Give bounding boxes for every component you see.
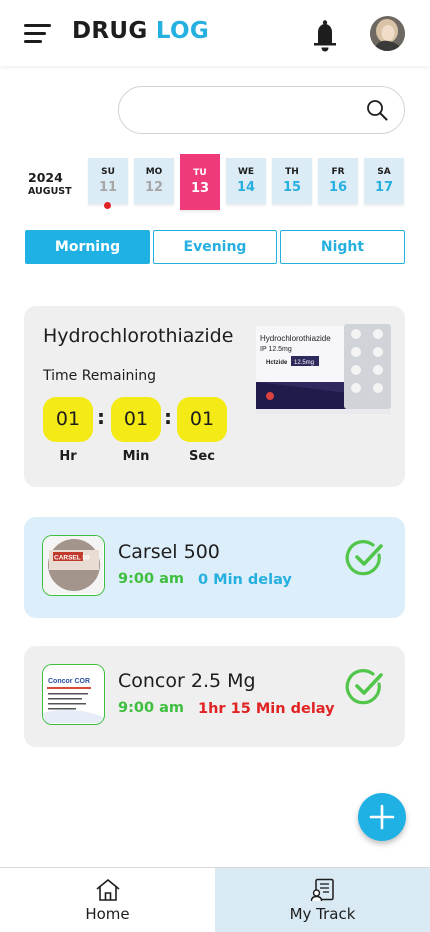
day-name: TH	[285, 167, 299, 177]
nav-item-my-track[interactable]: My Track	[215, 868, 430, 932]
day-date: 13	[190, 181, 210, 196]
calendar-day-thursday[interactable]: TH 15	[272, 158, 312, 204]
day-name: TU	[193, 168, 207, 178]
concor-thumb-text: Concor COR	[48, 678, 90, 685]
day-name: MO	[145, 167, 163, 177]
nav-label-my-track: My Track	[289, 905, 356, 923]
day-date: 16	[328, 180, 348, 195]
calendar-year: 2024	[28, 170, 63, 185]
tab-morning[interactable]: Morning	[25, 230, 150, 264]
package-text-name: Hydrochlorothiazide	[260, 334, 331, 343]
check-circle-icon[interactable]	[345, 667, 385, 707]
day-date: 11	[98, 180, 118, 195]
carsel-pill-icon: CARSEL 50	[43, 536, 103, 594]
carsel-thumb-text: CARSEL 50	[54, 555, 90, 562]
calendar-day-monday[interactable]: MO 12	[134, 158, 174, 204]
dose-delay: 0 Min delay	[198, 572, 292, 588]
current-drug-name: Hydrochlorothiazide	[43, 325, 234, 347]
dose-time: 9:00 am	[118, 571, 185, 587]
check-circle-icon[interactable]	[345, 538, 385, 578]
app-title-part1: DRUG	[72, 18, 148, 44]
hamburger-menu-icon[interactable]	[24, 22, 52, 44]
day-date: 17	[374, 180, 394, 195]
day-date: 12	[144, 180, 164, 195]
calendar-day-sunday[interactable]: SU 11	[88, 158, 128, 204]
tab-evening[interactable]: Evening	[153, 230, 277, 264]
day-date: 14	[236, 180, 256, 195]
calendar-month: AUGUST	[28, 186, 72, 197]
add-dose-button[interactable]	[358, 793, 406, 841]
search-icon[interactable]	[366, 99, 388, 121]
bottom-navigation: Home My Track	[0, 867, 430, 932]
timer-minutes-label: Min	[122, 449, 150, 464]
concor-box-icon: Concor COR	[43, 665, 103, 723]
avatar-portrait-icon	[370, 16, 405, 51]
reminder-dot	[104, 202, 111, 209]
day-name: SU	[101, 167, 115, 177]
day-name: FR	[331, 167, 345, 177]
timer-hours-label: Hr	[59, 449, 77, 464]
dose-name: Carsel 500	[118, 541, 220, 563]
dose-time: 9:00 am	[118, 700, 185, 716]
day-date: 15	[282, 180, 302, 195]
calendar-day-saturday[interactable]: SA 17	[364, 158, 404, 204]
calendar-day-friday[interactable]: FR 16	[318, 158, 358, 204]
package-text-dose: IP 12.5mg	[260, 346, 292, 353]
timer-hours: 01	[43, 397, 93, 442]
app-header: DRUG LOG	[0, 0, 430, 66]
calendar-day-wednesday[interactable]: WE 14	[226, 158, 266, 204]
timer-separator: :	[164, 405, 172, 429]
app-title-part2: LOG	[155, 18, 210, 44]
user-avatar[interactable]	[370, 16, 405, 51]
search-input[interactable]	[135, 99, 355, 123]
tab-night[interactable]: Night	[280, 230, 405, 264]
drug-package-image: Hydrochlorothiazide IP 12.5mg Hctzide 12…	[256, 324, 391, 414]
calendar-day-tuesday[interactable]: TU 13	[180, 154, 220, 210]
track-report-icon	[310, 878, 334, 902]
timer-seconds-label: Sec	[189, 449, 215, 464]
plus-icon	[369, 804, 395, 830]
timer-separator: :	[97, 405, 105, 429]
day-name: WE	[237, 167, 255, 177]
nav-label-home: Home	[85, 905, 130, 923]
package-brand: Hctzide	[266, 360, 288, 366]
pill-thumbnail: CARSEL 50	[42, 535, 105, 596]
pill-thumbnail: Concor COR	[42, 664, 105, 725]
timer-seconds: 01	[177, 397, 227, 442]
timer-minutes: 01	[111, 397, 161, 442]
day-name: SA	[377, 167, 391, 177]
dose-name: Concor 2.5 Mg	[118, 670, 256, 692]
home-icon	[96, 879, 120, 901]
nav-item-home[interactable]: Home	[0, 868, 215, 932]
package-strength: 12.5mg	[294, 360, 314, 366]
bell-icon[interactable]	[309, 17, 341, 53]
dose-delay: 1hr 15 Min delay	[198, 701, 335, 717]
time-remaining-label: Time Remaining	[43, 368, 157, 384]
app-title: DRUG LOG	[72, 18, 209, 44]
search-box	[118, 86, 405, 134]
